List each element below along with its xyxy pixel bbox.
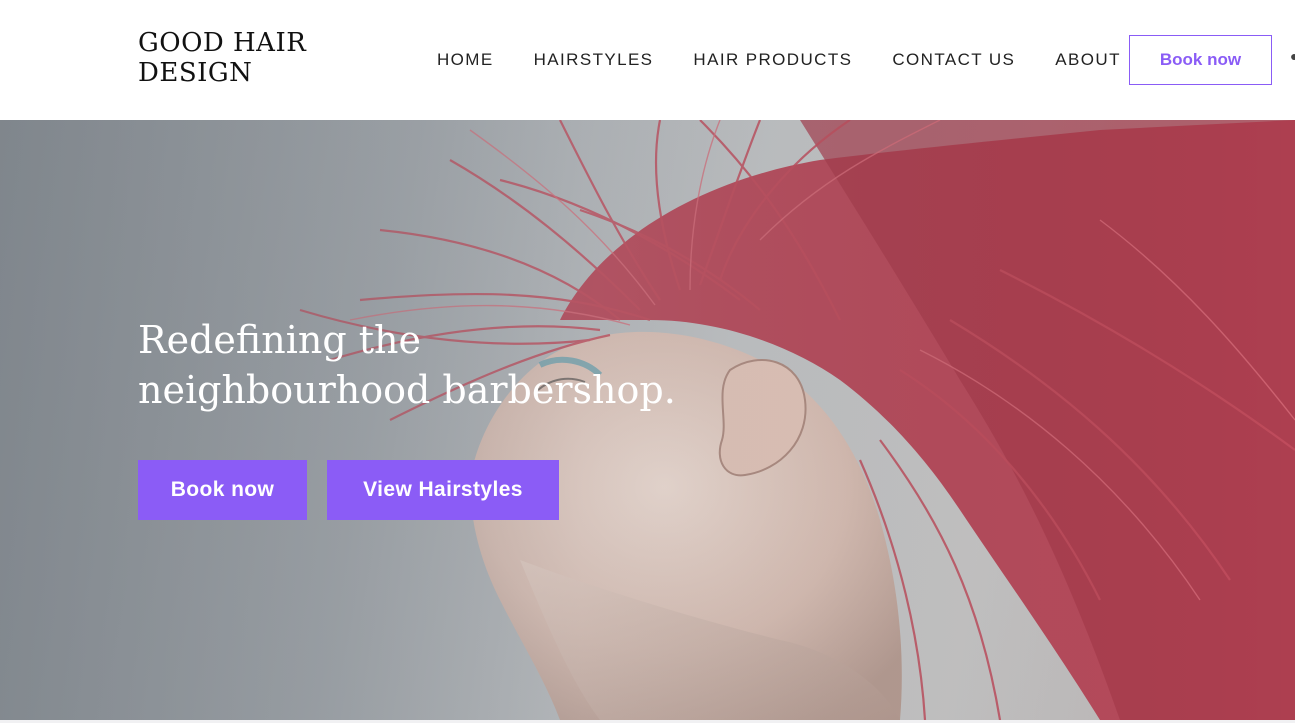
hero-title: Redefining the neighbourhood barbershop. xyxy=(138,318,676,412)
nav-hairstyles[interactable]: HAIRSTYLES xyxy=(534,48,654,72)
site-header: GOOD HAIR DESIGN HOME HAIRSTYLES HAIR PR… xyxy=(0,0,1295,120)
logo-line-2: DESIGN xyxy=(138,58,253,88)
nav-home[interactable]: HOME xyxy=(437,48,494,72)
site-logo[interactable]: GOOD HAIR DESIGN xyxy=(138,28,338,88)
logo-line-1: GOOD HAIR xyxy=(138,28,307,58)
nav-contact-us[interactable]: CONTACT US xyxy=(892,48,1015,72)
hero-book-button[interactable]: Book now xyxy=(138,460,307,520)
hero-photo xyxy=(0,120,1295,720)
view-hairstyles-button[interactable]: View Hairstyles xyxy=(327,460,559,520)
nav-about[interactable]: ABOUT xyxy=(1055,48,1121,72)
hero-section: Redefining the neighbourhood barbershop.… xyxy=(0,120,1295,720)
main-nav: HOME HAIRSTYLES HAIR PRODUCTS CONTACT US… xyxy=(437,48,1121,72)
nav-hair-products[interactable]: HAIR PRODUCTS xyxy=(693,48,852,72)
header-book-button[interactable]: Book now xyxy=(1129,35,1272,85)
cart-icon[interactable]: ● xyxy=(1290,48,1295,60)
